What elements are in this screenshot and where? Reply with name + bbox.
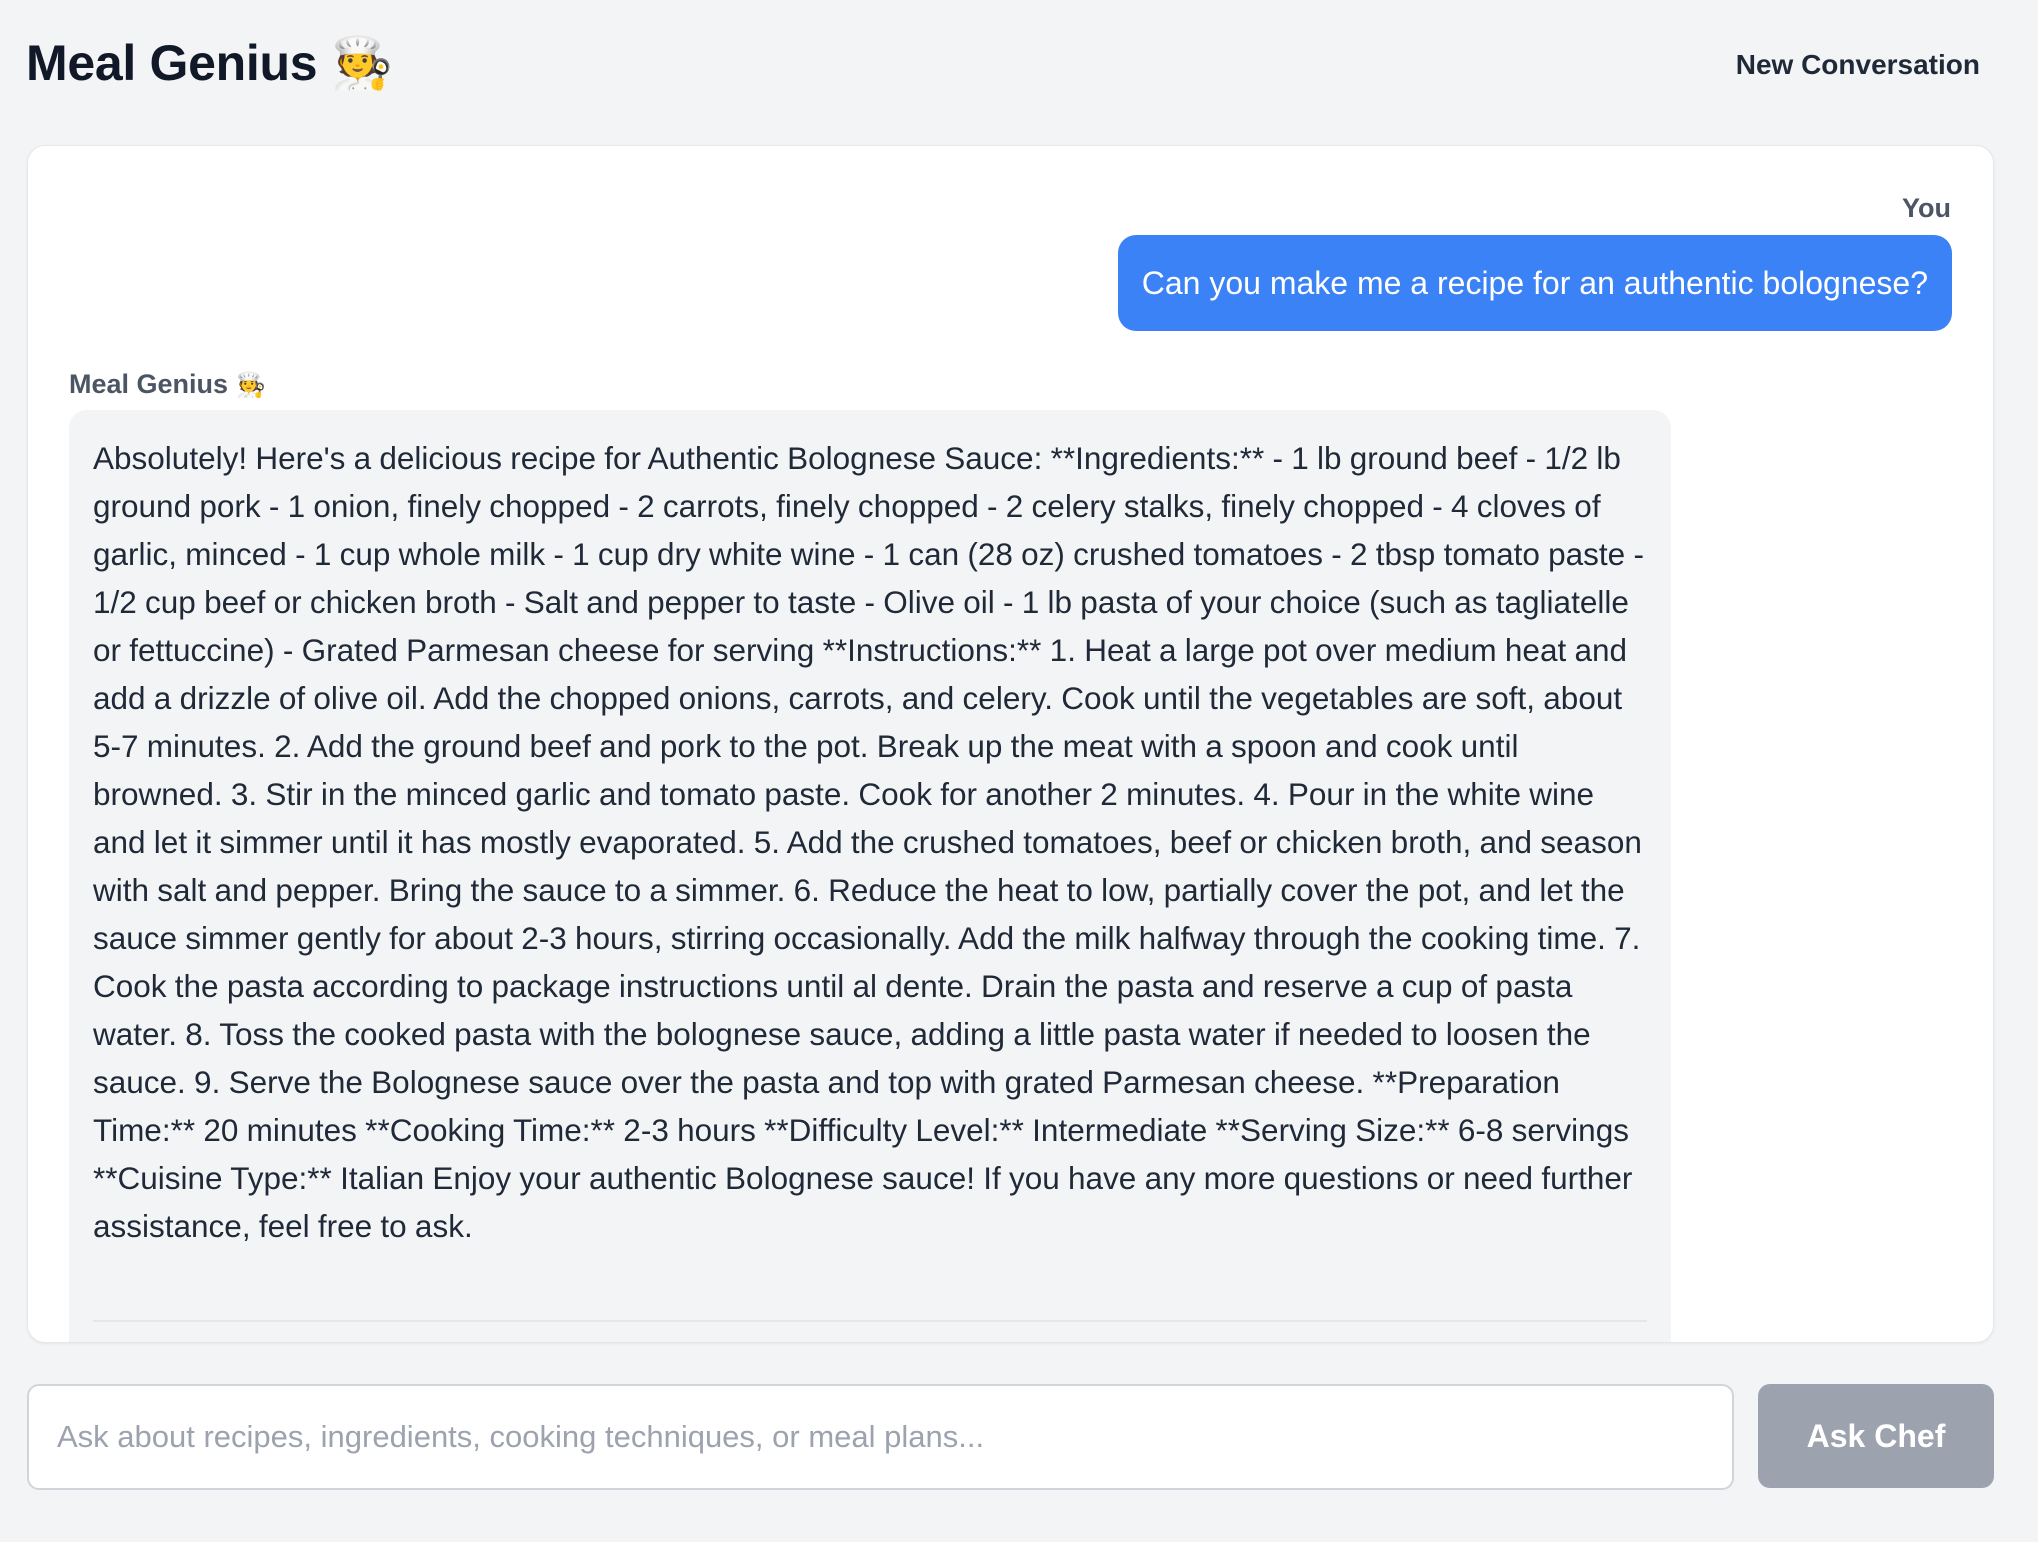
message-divider bbox=[93, 1320, 1647, 1322]
chat-input[interactable] bbox=[29, 1386, 1732, 1488]
user-message-bubble: Can you make me a recipe for an authenti… bbox=[1117, 235, 1952, 331]
user-sender-label: You bbox=[1902, 193, 1951, 223]
app-root: Meal Genius 🧑‍🍳 New Conversation You Can … bbox=[0, 0, 2038, 1542]
ask-chef-button[interactable]: Ask Chef bbox=[1758, 1384, 1994, 1488]
assistant-message-bubble: Absolutely! Here's a delicious recipe fo… bbox=[69, 410, 1671, 1342]
app-title-text: Meal Genius bbox=[26, 35, 318, 91]
assistant-message-text: Absolutely! Here's a delicious recipe fo… bbox=[93, 440, 1644, 1244]
new-conversation-button[interactable]: New Conversation bbox=[1722, 42, 1994, 88]
app-title: Meal Genius 🧑‍🍳 bbox=[26, 30, 394, 96]
assistant-name: Meal Genius bbox=[69, 369, 229, 399]
composer bbox=[27, 1384, 1734, 1490]
assistant-sender-label: Meal Genius 🧑‍🍳 bbox=[69, 366, 266, 403]
chat-panel[interactable]: You Can you make me a recipe for an auth… bbox=[27, 145, 1994, 1343]
chef-icon: 🧑‍🍳 bbox=[331, 34, 394, 92]
chef-icon: 🧑‍🍳 bbox=[236, 371, 266, 399]
app-header: Meal Genius 🧑‍🍳 New Conversation bbox=[0, 0, 2038, 130]
